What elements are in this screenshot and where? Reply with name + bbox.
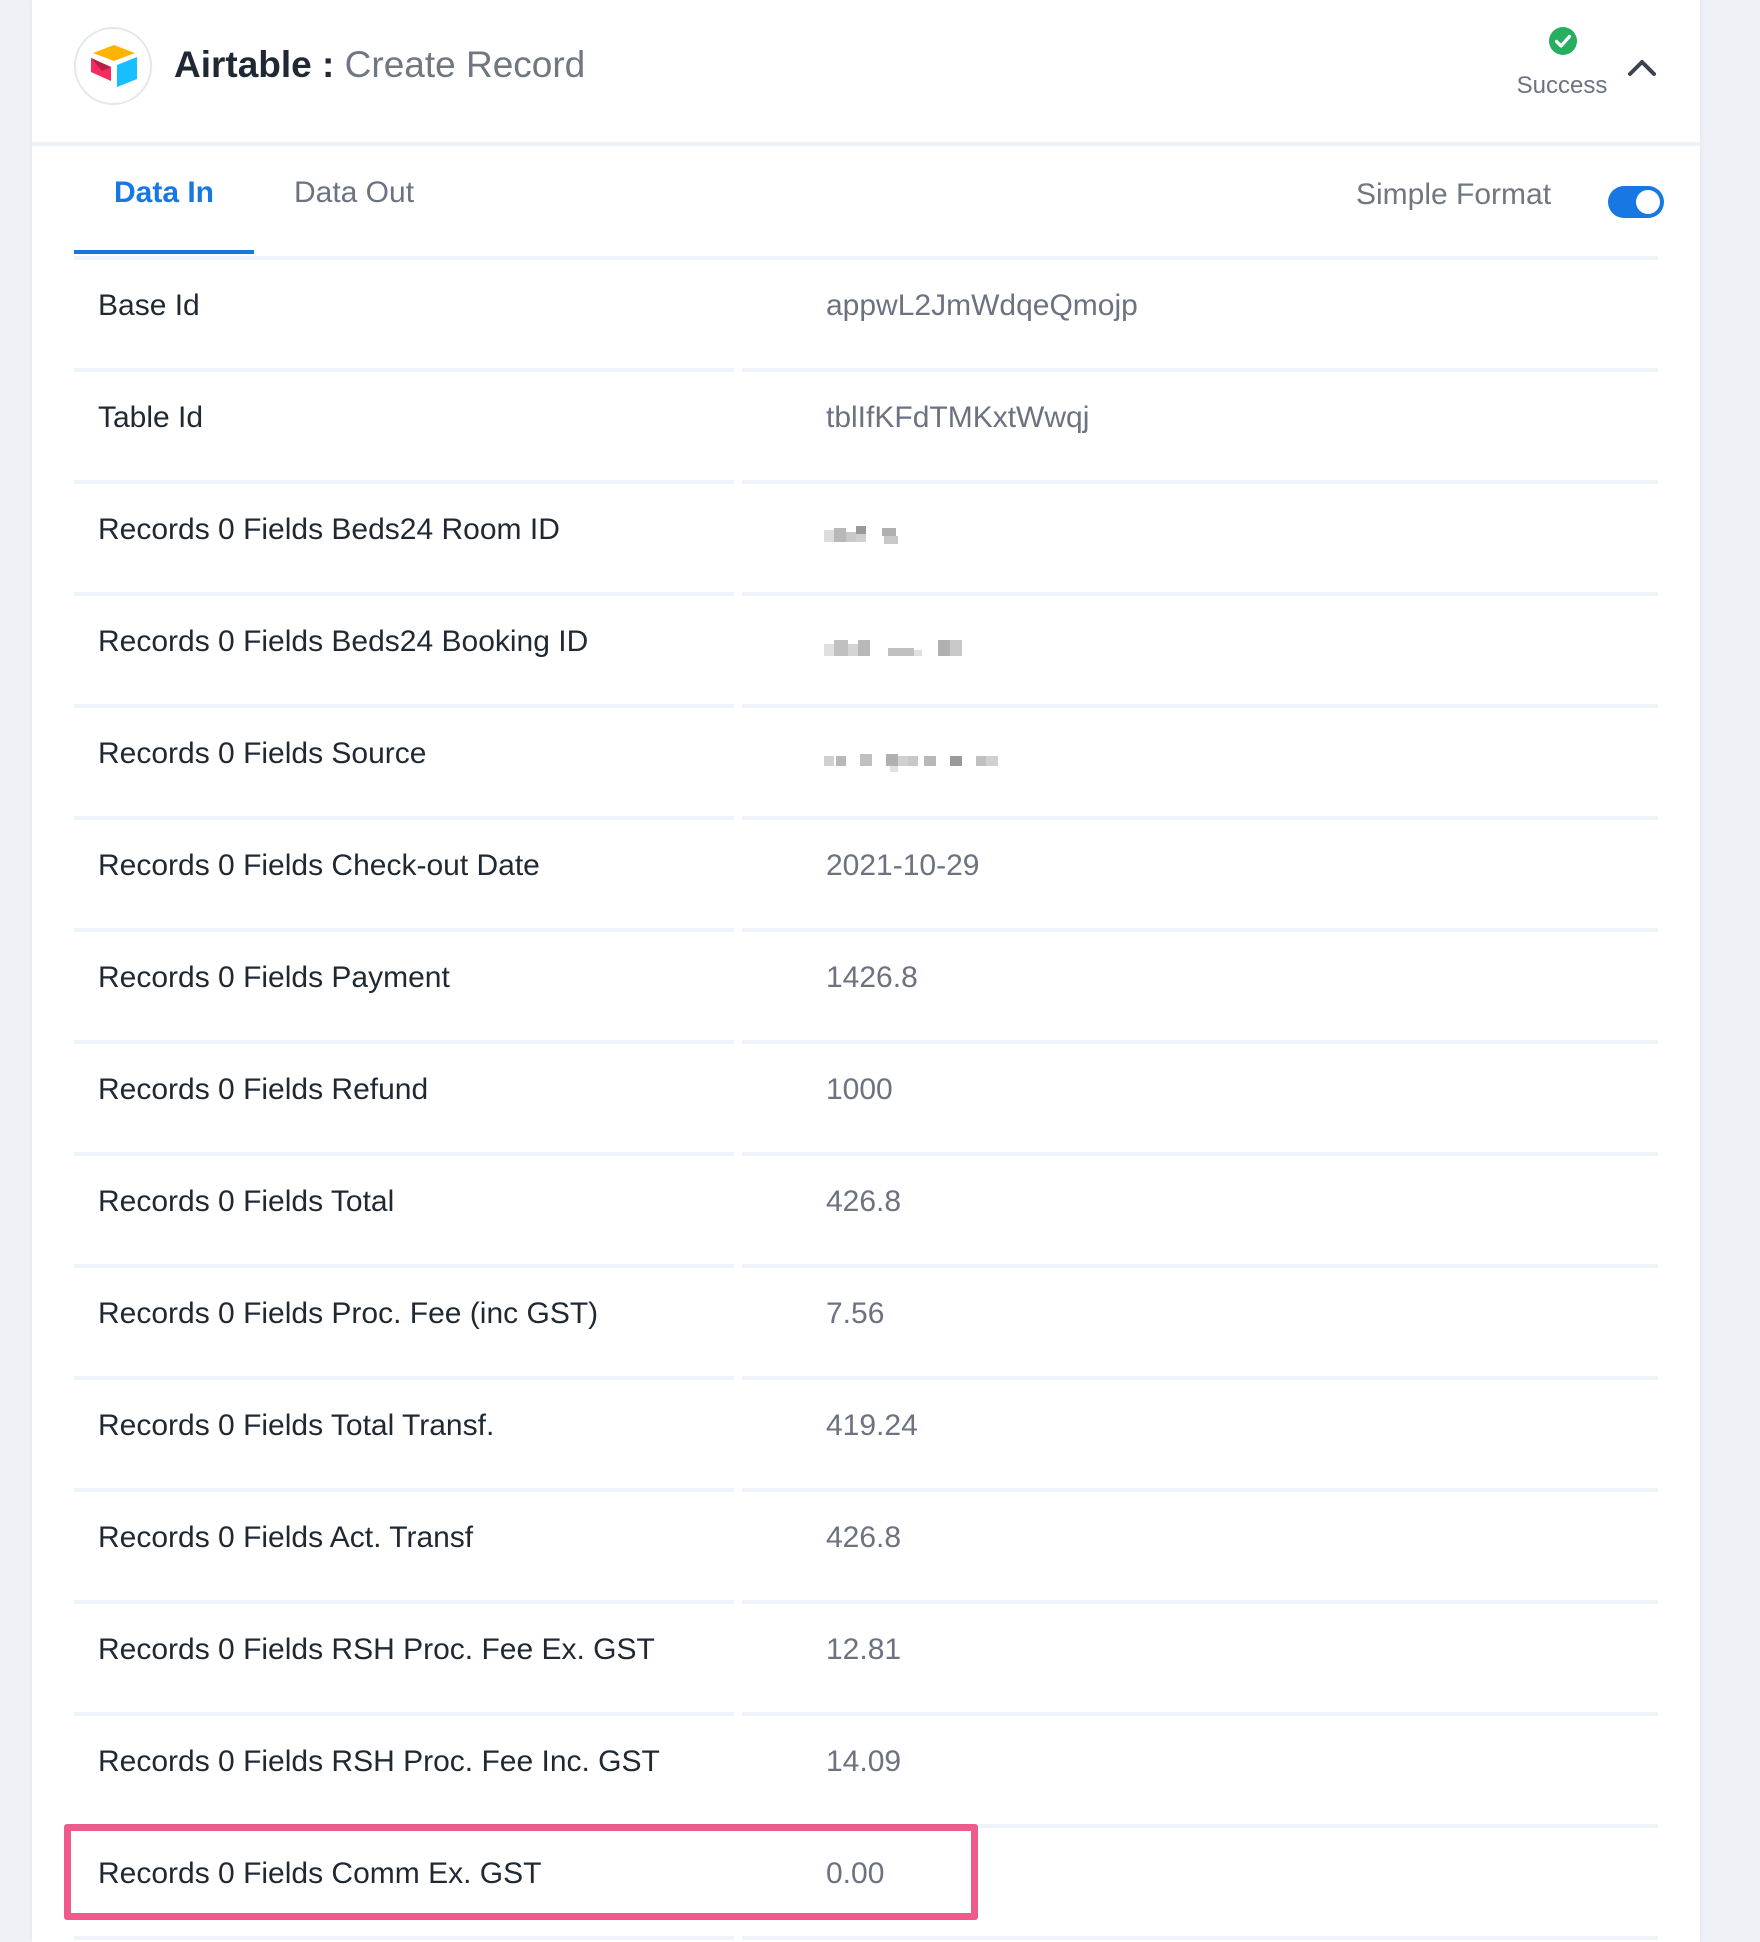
step-card: Airtable : Create Record Success Data In… (32, 0, 1700, 1942)
check-circle-icon (1549, 27, 1577, 55)
airtable-logo-icon (91, 45, 137, 87)
field-value: appwL2JmWdqeQmojp (826, 289, 1138, 322)
highlight-annotation (64, 1824, 978, 1920)
status-indicator: Success (1502, 26, 1622, 106)
collapse-button[interactable] (1622, 48, 1662, 88)
page: Airtable : Create Record Success Data In… (0, 0, 1760, 1942)
redacted-value (824, 754, 998, 772)
field-label: Records 0 Fields Refund (98, 1073, 429, 1106)
field-label: Base Id (98, 289, 200, 322)
field-label: Records 0 Fields Beds24 Room ID (98, 513, 560, 546)
active-tab-indicator (74, 250, 254, 254)
step-title: Airtable : Create Record (174, 40, 585, 90)
row-divider (742, 1936, 1658, 1940)
field-value: 7.56 (826, 1297, 885, 1330)
tab-data-in[interactable]: Data In (74, 176, 254, 210)
table-row: Records 0 Fields Total Transf. 419.24 (74, 1380, 1658, 1492)
tab-bar: Data In Data Out Simple Format (74, 146, 1664, 260)
airtable-logo (74, 27, 152, 105)
table-row: Records 0 Fields Beds24 Room ID (74, 484, 1658, 596)
field-value: 419.24 (826, 1409, 918, 1442)
toggle-knob (1636, 190, 1660, 214)
simple-format-label: Simple Format (1356, 178, 1552, 211)
field-value: 2021-10-29 (826, 849, 980, 882)
field-label: Table Id (98, 401, 204, 434)
tab-data-out[interactable]: Data Out (254, 176, 454, 210)
simple-format-toggle[interactable] (1608, 186, 1664, 218)
table-row: Records 0 Fields Proc. Fee (inc GST) 7.5… (74, 1268, 1658, 1380)
table-row: Records 0 Fields RSH Proc. Fee Inc. GST … (74, 1716, 1658, 1828)
app-name: Airtable (174, 44, 312, 85)
field-value: 1426.8 (826, 961, 918, 994)
data-table: Base Id appwL2JmWdqeQmojp Table Id tblIf… (74, 260, 1658, 1940)
chevron-up-icon (1628, 60, 1656, 76)
table-row: Records 0 Fields Check-out Date 2021-10-… (74, 820, 1658, 932)
table-row: Base Id appwL2JmWdqeQmojp (74, 260, 1658, 372)
redacted-value (824, 640, 962, 656)
field-value: 1000 (826, 1073, 893, 1106)
table-row: Table Id tblIfKFdTMKxtWwqj (74, 372, 1658, 484)
field-label: Records 0 Fields Beds24 Booking ID (98, 625, 589, 658)
field-value: 12.81 (826, 1633, 902, 1666)
title-separator: : (311, 44, 345, 85)
table-row: Records 0 Fields RSH Proc. Fee Ex. GST 1… (74, 1604, 1658, 1716)
field-label: Records 0 Fields Total (98, 1185, 395, 1218)
status-label: Success (1516, 72, 1608, 99)
field-label: Records 0 Fields Check-out Date (98, 849, 540, 882)
field-label: Records 0 Fields RSH Proc. Fee Inc. GST (98, 1745, 660, 1778)
field-value: 14.09 (826, 1745, 902, 1778)
action-name: Create Record (344, 44, 586, 85)
field-label: Records 0 Fields Act. Transf (98, 1521, 474, 1554)
table-row: Records 0 Fields Refund 1000 (74, 1044, 1658, 1156)
table-row: Records 0 Fields Source (74, 708, 1658, 820)
table-row: Records 0 Fields Beds24 Booking ID (74, 596, 1658, 708)
field-label: Records 0 Fields RSH Proc. Fee Ex. GST (98, 1633, 655, 1666)
row-divider (74, 1936, 734, 1940)
table-row: Records 0 Fields Act. Transf 426.8 (74, 1492, 1658, 1604)
field-label: Records 0 Fields Payment (98, 961, 450, 994)
field-value: 426.8 (826, 1521, 902, 1554)
field-label: Records 0 Fields Source (98, 737, 427, 770)
step-header[interactable]: Airtable : Create Record Success (32, 0, 1700, 146)
field-value: tblIfKFdTMKxtWwqj (826, 401, 1090, 434)
table-row: Records 0 Fields Payment 1426.8 (74, 932, 1658, 1044)
table-row: Records 0 Fields Total 426.8 (74, 1156, 1658, 1268)
field-label: Records 0 Fields Total Transf. (98, 1409, 495, 1442)
redacted-value (824, 526, 898, 544)
field-label: Records 0 Fields Proc. Fee (inc GST) (98, 1297, 599, 1330)
field-value: 426.8 (826, 1185, 902, 1218)
